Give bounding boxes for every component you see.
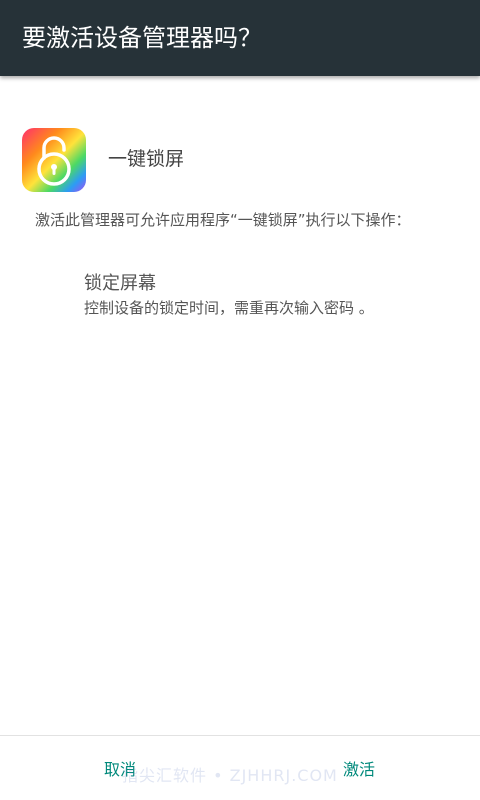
unlock-padlock-icon (22, 128, 86, 192)
policy-title: 锁定屏幕 (84, 273, 156, 294)
watermark: 指尖汇软件 • ZJHHRJ.COM (122, 766, 338, 785)
activate-button[interactable]: 激活 (343, 760, 375, 780)
title-bar: 要激活设备管理器吗？ (0, 0, 480, 76)
padlock-glyph (37, 136, 71, 186)
policy-description: 控制设备的锁定时间，需重再次输入密码 。 (84, 299, 374, 317)
admin-description: 激活此管理器可允许应用程序“一键锁屏”执行以下操作： (35, 211, 411, 229)
app-name: 一键锁屏 (108, 148, 185, 170)
device-admin-dialog: 要激活设备管理器吗？ 一键锁屏 激活此管理器可允许应用程序“一键锁屏”执行以下操… (0, 0, 480, 800)
dialog-title: 要激活设备管理器吗？ (22, 24, 262, 52)
app-info-row: 一键锁屏 (22, 128, 462, 192)
